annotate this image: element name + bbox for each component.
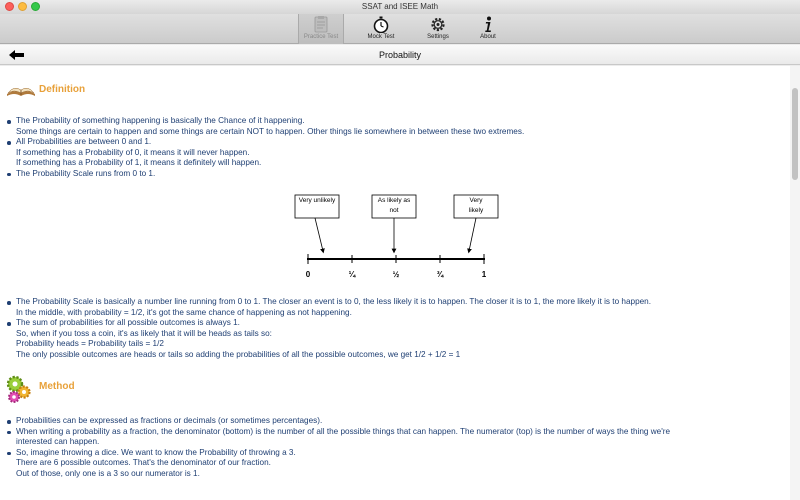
scale-explanation-list: The Probability Scale is basically a num… [6,297,786,361]
page-title: Probability [378,50,422,60]
bullet-line: So, when if you toss a coin, it's as lik… [16,328,272,338]
navigation-bar: Probability [0,45,800,65]
lesson-content[interactable]: Definition The Probability of something … [0,66,790,500]
practice-test-label: Practice Test [303,34,339,40]
gear-icon [431,17,445,32]
zoom-window-button[interactable] [31,2,40,11]
very-likely-label: Very likely [468,197,484,214]
very-unlikely-label: Very unlikely [298,197,336,204]
info-icon [485,16,491,32]
bullet-line: If something has a Probability of 0, it … [16,147,250,157]
method-bullet-list: Probabilities can be expressed as fracti… [6,416,786,480]
bullet-line: The Probability Scale is basically a num… [16,297,652,306]
bullet-line: So, imagine throwing a dice. We want to … [16,447,296,457]
list-item: Probabilities can be expressed as fracti… [6,416,786,427]
list-item: All Probabilities are between 0 and 1. I… [6,137,786,169]
probability-scale-diagram: Very unlikely As likely as not Very like… [294,194,499,279]
bullet-line: The sum of probabilities for all possibl… [16,318,240,328]
bullet-line: There are 6 possible outcomes. That's th… [16,458,271,468]
bullet-line: Probabilities can be expressed as fracti… [16,416,323,425]
minimize-window-button[interactable] [18,2,27,11]
about-button[interactable]: About [465,14,511,44]
toolbar: Practice Test Mock Test Settings About [0,14,800,44]
list-item: The Probability Scale runs from 0 to 1. [6,169,786,180]
as-likely-as-not-label: As likely as not [377,197,411,214]
close-window-button[interactable] [5,2,14,11]
bullet-line: Some things are certain to happen and so… [16,126,525,136]
very-unlikely-arrow [314,217,325,254]
bullet-line: All Probabilities are between 0 and 1. [16,137,152,147]
very-likely-box: Very likely [453,194,499,219]
definition-bullet-list: The Probability of something happening i… [6,116,786,180]
bullet-line: In the middle, with probability = 1/2, i… [16,307,352,317]
stopwatch-icon [373,16,389,33]
list-item: The Probability of something happening i… [6,116,786,137]
bullet-line: When writing a probability as a fraction… [16,426,671,436]
list-item: The Probability Scale is basically a num… [6,297,786,318]
about-label: About [480,34,496,40]
settings-label: Settings [427,34,449,40]
tick-label-quarter: ¼ [349,270,357,279]
tick-label-half: ½ [393,270,400,279]
scrollbar-thumb[interactable] [792,88,798,180]
definition-heading: Definition [39,84,86,95]
list-item: When writing a probability as a fraction… [6,427,786,448]
very-unlikely-box: Very unlikely [294,194,340,219]
as-likely-as-not-box: As likely as not [371,194,417,219]
settings-button[interactable]: Settings [415,14,461,44]
bullet-line: The Probability of something happening i… [16,116,305,125]
tick-label-0: 0 [306,270,311,279]
bullet-line: Out of those, only one is a 3 so our num… [16,468,200,478]
gears-icon [6,375,31,403]
open-book-icon [7,87,35,96]
clipboard-icon [314,16,328,33]
bullet-line: interested can happen. [16,437,100,447]
very-likely-arrow [467,217,477,254]
bullet-line: If something has a Probability of 1, it … [16,158,262,168]
vertical-scrollbar[interactable] [790,66,800,500]
method-heading: Method [39,381,75,392]
bullet-line: The only possible outcomes are heads or … [16,349,461,359]
bullet-line: The Probability Scale runs from 0 to 1. [16,168,156,178]
mock-test-button[interactable]: Mock Test [358,14,404,44]
window-title: SSAT and ISEE Math [361,2,439,11]
mock-test-label: Mock Test [367,34,395,40]
bullet-line: Probability heads = Probability tails = … [16,339,164,349]
tick-label-1: 1 [482,270,487,279]
tick-label-three-quarters: ¾ [437,270,445,279]
practice-test-button[interactable]: Practice Test [298,14,344,44]
list-item: The sum of probabilities for all possibl… [6,318,786,360]
title-bar: SSAT and ISEE Math [0,0,800,14]
list-item: So, imagine throwing a dice. We want to … [6,448,786,480]
